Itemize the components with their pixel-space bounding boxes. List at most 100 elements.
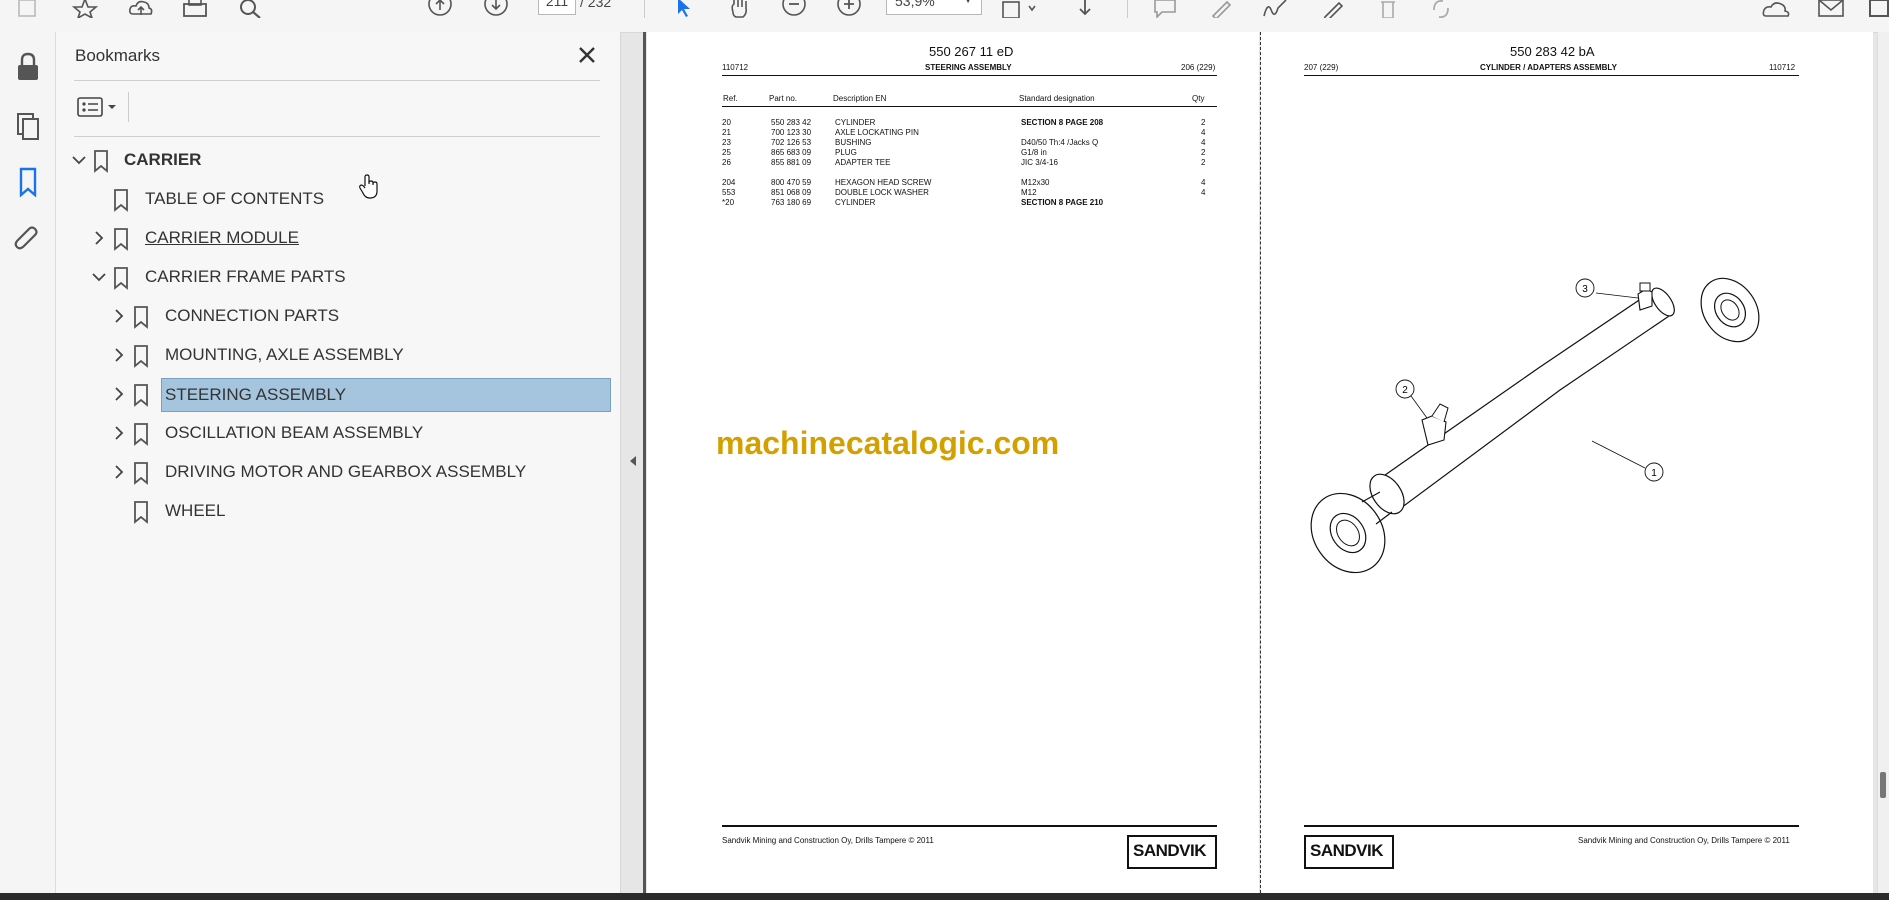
bookmarks-panel: Bookmarks CARRIER TABLE OF CONTENTS CARR… [56, 32, 621, 900]
bookmark-carrier-frame-parts[interactable]: CARRIER FRAME PARTS [86, 260, 486, 294]
save-icon[interactable] [16, 0, 42, 22]
bookmark-label: OSCILLATION BEAM ASSEMBLY [165, 423, 424, 442]
chevron-down-icon[interactable] [70, 151, 88, 169]
bookmark-icon [134, 306, 148, 329]
cloud-settings-icon[interactable] [1762, 0, 1790, 22]
search-icon[interactable] [238, 0, 264, 22]
bookmark-panel-icon[interactable] [14, 167, 42, 198]
right-doc-title: CYLINDER / ADAPTERS ASSEMBLY [1480, 63, 1617, 72]
hand-tool-icon[interactable] [726, 0, 752, 22]
cell-description: AXLE LOCKATING PIN [835, 128, 919, 137]
cell-ref: 20 [722, 118, 731, 127]
watermark-text: machinecatalogic.com [716, 425, 1060, 461]
signature-icon[interactable] [1262, 0, 1288, 22]
zoom-level-value: 53,9% [895, 0, 935, 9]
bookmark-connection-parts[interactable]: CONNECTION PARTS [106, 299, 526, 333]
page-number-input[interactable]: 211 [538, 0, 576, 15]
upload-cloud-icon[interactable] [128, 0, 154, 22]
previous-page-icon[interactable] [427, 0, 453, 22]
cell-qty: 2 [1201, 118, 1206, 127]
bookmark-mounting-axle-assembly[interactable]: MOUNTING, AXLE ASSEMBLY [106, 338, 526, 372]
cell-ref [722, 168, 771, 178]
chevron-down-icon[interactable] [90, 268, 108, 286]
print-icon[interactable] [181, 0, 207, 22]
page-thumbnails-icon[interactable] [14, 110, 42, 140]
cell-standard: D40/50 Th:4 /Jacks Q [1021, 138, 1099, 147]
cell-description: CYLINDER [835, 198, 876, 207]
bookmark-wheel[interactable]: WHEEL [106, 494, 526, 528]
cell-description: HEXAGON HEAD SCREW [835, 178, 932, 187]
bookmark-icon [134, 384, 148, 407]
cell-ref: 204 [722, 178, 736, 187]
bookmark-table-of-contents[interactable]: TABLE OF CONTENTS [86, 182, 486, 216]
delete-icon[interactable] [1375, 0, 1401, 22]
bookmark-label: STEERING ASSEMBLY [161, 378, 611, 412]
bookmark-label: CARRIER [124, 150, 202, 169]
cell-description: ADAPTER TEE [835, 158, 891, 167]
hand-cursor-icon [359, 174, 378, 199]
zoom-out-icon[interactable] [781, 0, 807, 22]
edit-pencil-icon[interactable] [1320, 0, 1346, 22]
bookmark-driving-motor-gearbox-assembly[interactable]: DRIVING MOTOR AND GEARBOX ASSEMBLY [106, 455, 566, 489]
page-edge [643, 32, 646, 898]
chevron-down-icon: ▼ [963, 0, 973, 6]
table-row: 553 851 068 09 DOUBLE LOCK WASHER M12 4 [722, 188, 1211, 198]
header-rule [1304, 75, 1799, 76]
scroll-down-icon[interactable] [1072, 0, 1098, 22]
email-icon[interactable] [1816, 0, 1844, 22]
bookmark-carrier[interactable]: CARRIER [66, 143, 466, 177]
left-doc-number: 550 267 11 eD [929, 44, 1014, 59]
fit-page-icon[interactable] [1000, 0, 1036, 22]
table-row: 204 800 470 59 HEXAGON HEAD SCREW M12x30… [722, 178, 1211, 188]
footer-rule [1304, 825, 1799, 827]
bookmark-icon [134, 501, 148, 524]
star-icon[interactable] [72, 0, 98, 22]
right-doc-number: 550 283 42 bA [1510, 44, 1595, 59]
bookmark-label: WHEEL [165, 501, 226, 520]
comment-icon[interactable] [1152, 0, 1178, 22]
sandvik-logo: SANDVIK [1127, 835, 1217, 869]
scrollbar-thumb[interactable] [1880, 772, 1886, 798]
more-tools-icon[interactable] [1866, 0, 1889, 22]
bookmark-icon [134, 462, 148, 485]
bookmark-steering-assembly[interactable]: STEERING ASSEMBLY [106, 377, 614, 412]
toolbar-divider [644, 0, 645, 18]
cell-part-no: 851 068 09 [771, 188, 812, 197]
cell-standard [1021, 128, 1201, 138]
panel-title: Bookmarks [75, 46, 161, 65]
vertical-scrollbar[interactable] [1877, 32, 1889, 893]
bookmark-options-button[interactable] [76, 95, 122, 119]
bookmark-carrier-module[interactable]: CARRIER MODULE [86, 221, 486, 255]
select-cursor-icon[interactable] [672, 0, 698, 22]
cell-part-no: 855 881 09 [771, 158, 812, 167]
taskbar-edge [0, 893, 1889, 900]
col-header-part-no: Part no. [769, 94, 798, 103]
leader-line [1591, 440, 1646, 469]
chevron-right-icon[interactable] [110, 307, 128, 325]
cell-description [835, 168, 1021, 178]
zoom-in-icon[interactable] [836, 0, 862, 22]
cell-qty: 4 [1201, 188, 1206, 197]
zoom-level-select[interactable]: 53,9% ▼ [886, 0, 982, 15]
next-page-icon[interactable] [483, 0, 509, 22]
bookmark-label: TABLE OF CONTENTS [145, 189, 325, 208]
chevron-right-icon[interactable] [110, 424, 128, 442]
bookmark-oscillation-beam-assembly[interactable]: OSCILLATION BEAM ASSEMBLY [106, 416, 526, 450]
callout-label: 2 [1402, 385, 1408, 396]
cell-part-no: 550 283 42 [771, 118, 812, 127]
attachment-icon[interactable] [14, 224, 42, 252]
chevron-right-icon[interactable] [90, 229, 108, 247]
highlight-pen-icon[interactable] [1207, 0, 1233, 22]
page-divider [1260, 32, 1261, 898]
cell-qty: 4 [1201, 178, 1206, 187]
table-header-rule [722, 106, 1217, 107]
rotate-icon[interactable] [1428, 0, 1454, 22]
chevron-right-icon[interactable] [110, 385, 128, 403]
lock-icon[interactable] [14, 52, 42, 80]
collapse-panel-handle[interactable] [624, 452, 642, 470]
col-header-ref: Ref. [723, 94, 738, 103]
left-doc-page: 206 (229) [1181, 63, 1216, 72]
chevron-right-icon[interactable] [110, 346, 128, 364]
close-icon[interactable] [576, 44, 598, 66]
chevron-right-icon[interactable] [110, 463, 128, 481]
